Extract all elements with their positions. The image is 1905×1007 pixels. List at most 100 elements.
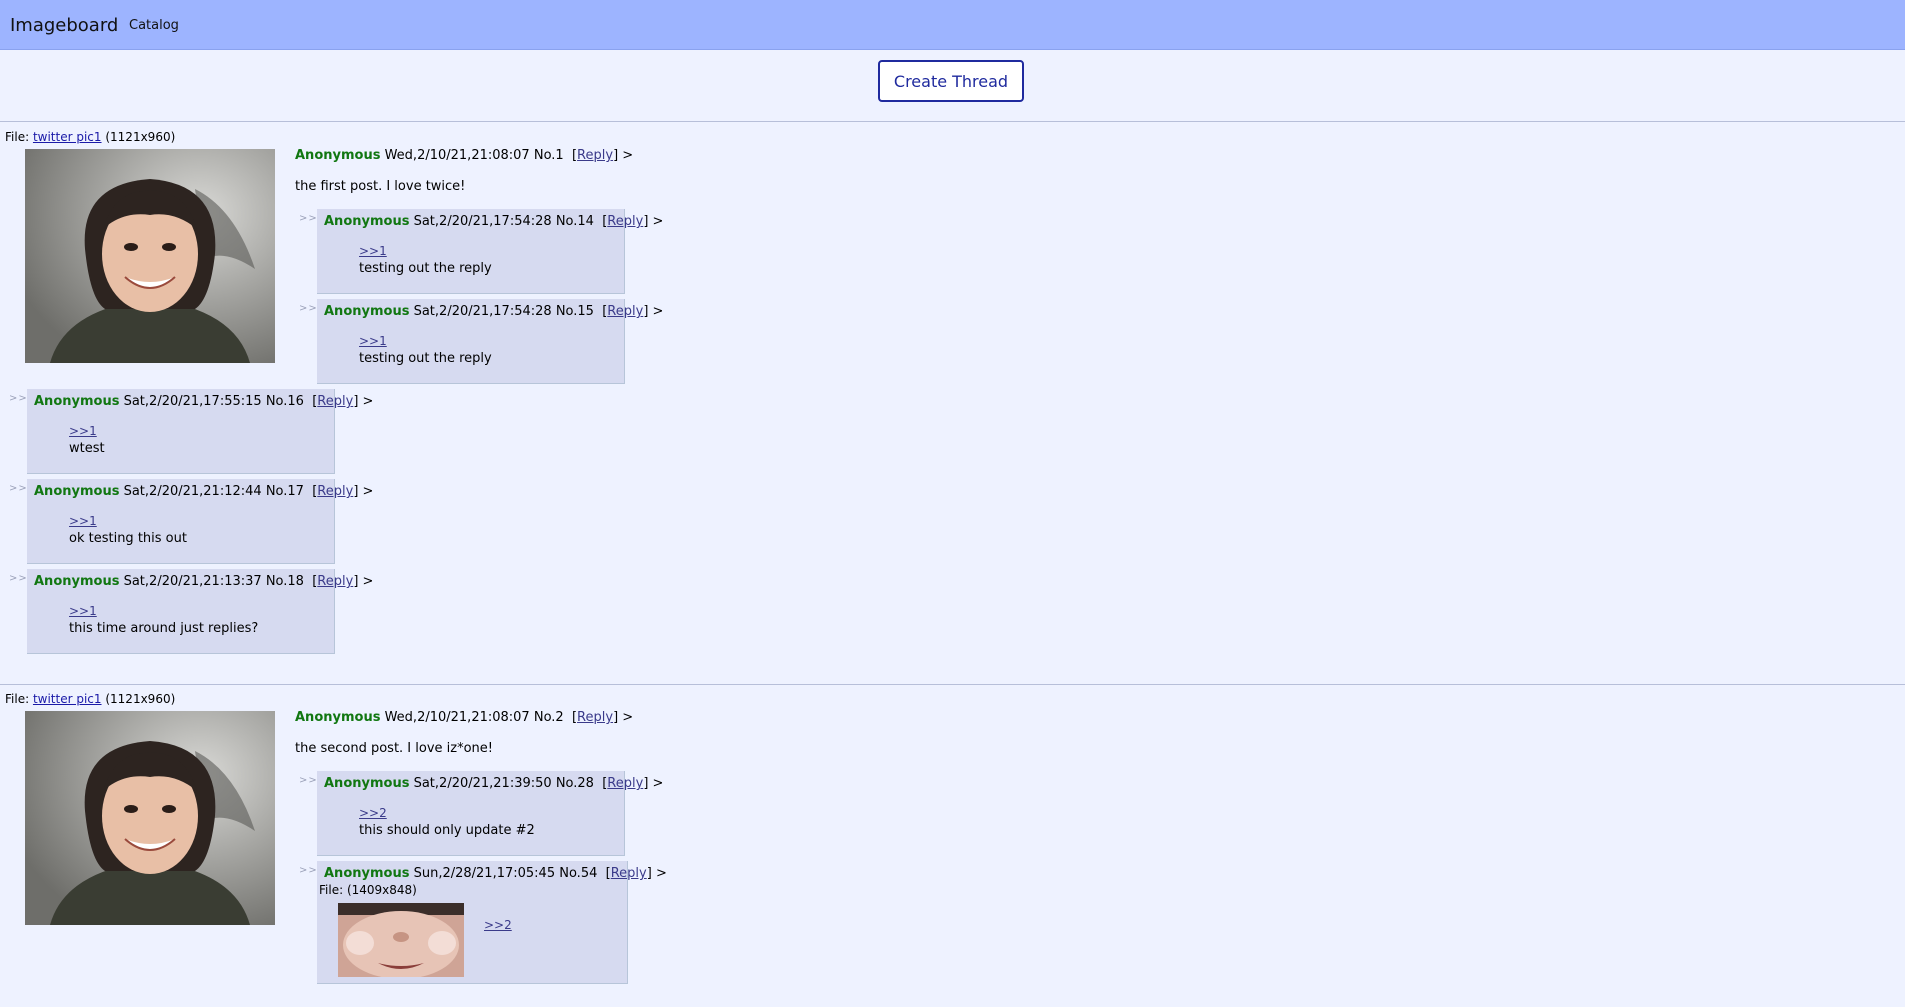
bracket-close: ] bbox=[613, 710, 619, 725]
reply-body: ok testing this out bbox=[69, 531, 187, 546]
reply-header: Anonymous Sun,2/28/21,17:05:45 No.54 [Re… bbox=[324, 866, 667, 881]
post-number[interactable]: No.16 bbox=[266, 394, 304, 409]
portrait-image bbox=[25, 711, 275, 925]
poster-name: Anonymous bbox=[324, 214, 410, 229]
reply-post: Anonymous Sun,2/28/21,17:05:45 No.54 [Re… bbox=[317, 861, 667, 984]
reply-arrows-icon: >> bbox=[9, 393, 28, 404]
file-link[interactable]: twitter pic1 bbox=[33, 692, 102, 706]
post-date: Sat,2/20/21,17:55:15 bbox=[123, 394, 262, 409]
reply-post: Anonymous Sat,2/20/21,17:54:28 No.15 [Re… bbox=[317, 299, 663, 384]
poster-name: Anonymous bbox=[34, 394, 120, 409]
quote-link[interactable]: >>1 bbox=[359, 244, 387, 258]
post-number[interactable]: No.17 bbox=[266, 484, 304, 499]
reply-header: Anonymous Sat,2/20/21,17:54:28 No.15 [Re… bbox=[324, 304, 664, 319]
quote-link[interactable]: >>2 bbox=[359, 806, 387, 820]
reply-header: Anonymous Sat,2/20/21,17:54:28 No.14 [Re… bbox=[324, 214, 664, 229]
reply-link[interactable]: Reply bbox=[317, 484, 353, 499]
reply-link[interactable]: Reply bbox=[607, 776, 643, 791]
reply-header: Anonymous Sat,2/20/21,21:39:50 No.28 [Re… bbox=[324, 776, 664, 791]
op-post-header: Anonymous Wed,2/10/21,21:08:07 No.1 [Rep… bbox=[295, 148, 633, 163]
file-dimensions: (1121x960) bbox=[105, 130, 176, 144]
expand-caret-icon[interactable]: > bbox=[363, 394, 374, 409]
reply-header: Anonymous Sat,2/20/21,21:12:44 No.17 [Re… bbox=[34, 484, 374, 499]
op-post-body: the second post. I love iz*one! bbox=[295, 741, 493, 756]
reply-post: Anonymous Sat,2/20/21,21:12:44 No.17 [Re… bbox=[27, 479, 373, 564]
reply-post: Anonymous Sat,2/20/21,17:55:15 No.16 [Re… bbox=[27, 389, 373, 474]
post-date: Wed,2/10/21,21:08:07 bbox=[384, 148, 530, 163]
op-post-header: Anonymous Wed,2/10/21,21:08:07 No.2 [Rep… bbox=[295, 710, 633, 725]
bracket-close: ] bbox=[613, 148, 619, 163]
post-number[interactable]: No.14 bbox=[556, 214, 594, 229]
quote-link[interactable]: >>1 bbox=[69, 604, 97, 618]
reply-link[interactable]: Reply bbox=[607, 214, 643, 229]
reply-arrows-icon: >> bbox=[299, 865, 318, 876]
op-image[interactable] bbox=[25, 711, 275, 925]
expand-caret-icon[interactable]: > bbox=[656, 866, 667, 881]
reply-body: testing out the reply bbox=[359, 351, 492, 366]
reply-arrows-icon: >> bbox=[9, 573, 28, 584]
quote-link[interactable]: >>1 bbox=[69, 514, 97, 528]
poster-name: Anonymous bbox=[34, 484, 120, 499]
post-number[interactable]: No.2 bbox=[534, 710, 564, 725]
reply-header: Anonymous Sat,2/20/21,17:55:15 No.16 [Re… bbox=[34, 394, 374, 409]
reply-link[interactable]: Reply bbox=[317, 574, 353, 589]
portrait-image bbox=[25, 149, 275, 363]
brand-logo-text[interactable]: Imageboard bbox=[10, 15, 118, 36]
expand-caret-icon[interactable]: > bbox=[653, 304, 664, 319]
post-number[interactable]: No.15 bbox=[556, 304, 594, 319]
reply-file-info: File: (1409x848) bbox=[319, 883, 417, 897]
reply-arrows-icon: >> bbox=[9, 483, 28, 494]
file-label: File: bbox=[5, 692, 30, 706]
reply-body: testing out the reply bbox=[359, 261, 492, 276]
file-link[interactable]: twitter pic1 bbox=[33, 130, 102, 144]
poster-name: Anonymous bbox=[295, 710, 381, 725]
op-file-info: File: twitter pic1 (1121x960) bbox=[5, 692, 175, 706]
expand-caret-icon[interactable]: > bbox=[653, 776, 664, 791]
thread-divider bbox=[0, 684, 1905, 685]
reply-link[interactable]: Reply bbox=[611, 866, 647, 881]
post-date: Sat,2/20/21,21:39:50 bbox=[413, 776, 552, 791]
expand-caret-icon[interactable]: > bbox=[622, 710, 633, 725]
post-number[interactable]: No.28 bbox=[556, 776, 594, 791]
post-date: Sat,2/20/21,17:54:28 bbox=[413, 214, 552, 229]
post-date: Sat,2/20/21,17:54:28 bbox=[413, 304, 552, 319]
poster-name: Anonymous bbox=[295, 148, 381, 163]
expand-caret-icon[interactable]: > bbox=[622, 148, 633, 163]
reply-link[interactable]: Reply bbox=[607, 304, 643, 319]
op-file-info: File: twitter pic1 (1121x960) bbox=[5, 130, 175, 144]
file-label: File: bbox=[5, 130, 30, 144]
thread-divider bbox=[0, 121, 1905, 122]
reply-body: this should only update #2 bbox=[359, 823, 535, 838]
post-number[interactable]: No.18 bbox=[266, 574, 304, 589]
reply-body: this time around just replies? bbox=[69, 621, 259, 636]
poster-name: Anonymous bbox=[324, 866, 410, 881]
reply-header: Anonymous Sat,2/20/21,21:13:37 No.18 [Re… bbox=[34, 574, 374, 589]
post-number[interactable]: No.1 bbox=[534, 148, 564, 163]
reply-arrows-icon: >> bbox=[299, 303, 318, 314]
reply-link[interactable]: Reply bbox=[317, 394, 353, 409]
expand-caret-icon[interactable]: > bbox=[363, 574, 374, 589]
catalog-link[interactable]: Catalog bbox=[129, 18, 179, 33]
post-date: Sat,2/20/21,21:12:44 bbox=[123, 484, 262, 499]
post-date: Sun,2/28/21,17:05:45 bbox=[413, 866, 556, 881]
create-thread-button[interactable]: Create Thread bbox=[878, 60, 1024, 102]
reply-post: Anonymous Sat,2/20/21,21:13:37 No.18 [Re… bbox=[27, 569, 373, 654]
post-date: Wed,2/10/21,21:08:07 bbox=[384, 710, 530, 725]
reply-link[interactable]: Reply bbox=[577, 710, 613, 725]
file-dimensions: (1121x960) bbox=[105, 692, 176, 706]
reply-link[interactable]: Reply bbox=[577, 148, 613, 163]
quote-link[interactable]: >>2 bbox=[484, 918, 512, 932]
poster-name: Anonymous bbox=[34, 574, 120, 589]
reply-arrows-icon: >> bbox=[299, 775, 318, 786]
reply-post: Anonymous Sat,2/20/21,17:54:28 No.14 [Re… bbox=[317, 209, 663, 294]
reply-post: Anonymous Sat,2/20/21,21:39:50 No.28 [Re… bbox=[317, 771, 663, 856]
expand-caret-icon[interactable]: > bbox=[363, 484, 374, 499]
post-number[interactable]: No.54 bbox=[559, 866, 597, 881]
op-post-body: the first post. I love twice! bbox=[295, 179, 466, 194]
quote-link[interactable]: >>1 bbox=[359, 334, 387, 348]
poster-name: Anonymous bbox=[324, 304, 410, 319]
reply-image[interactable] bbox=[338, 903, 464, 977]
quote-link[interactable]: >>1 bbox=[69, 424, 97, 438]
op-image[interactable] bbox=[25, 149, 275, 363]
expand-caret-icon[interactable]: > bbox=[653, 214, 664, 229]
